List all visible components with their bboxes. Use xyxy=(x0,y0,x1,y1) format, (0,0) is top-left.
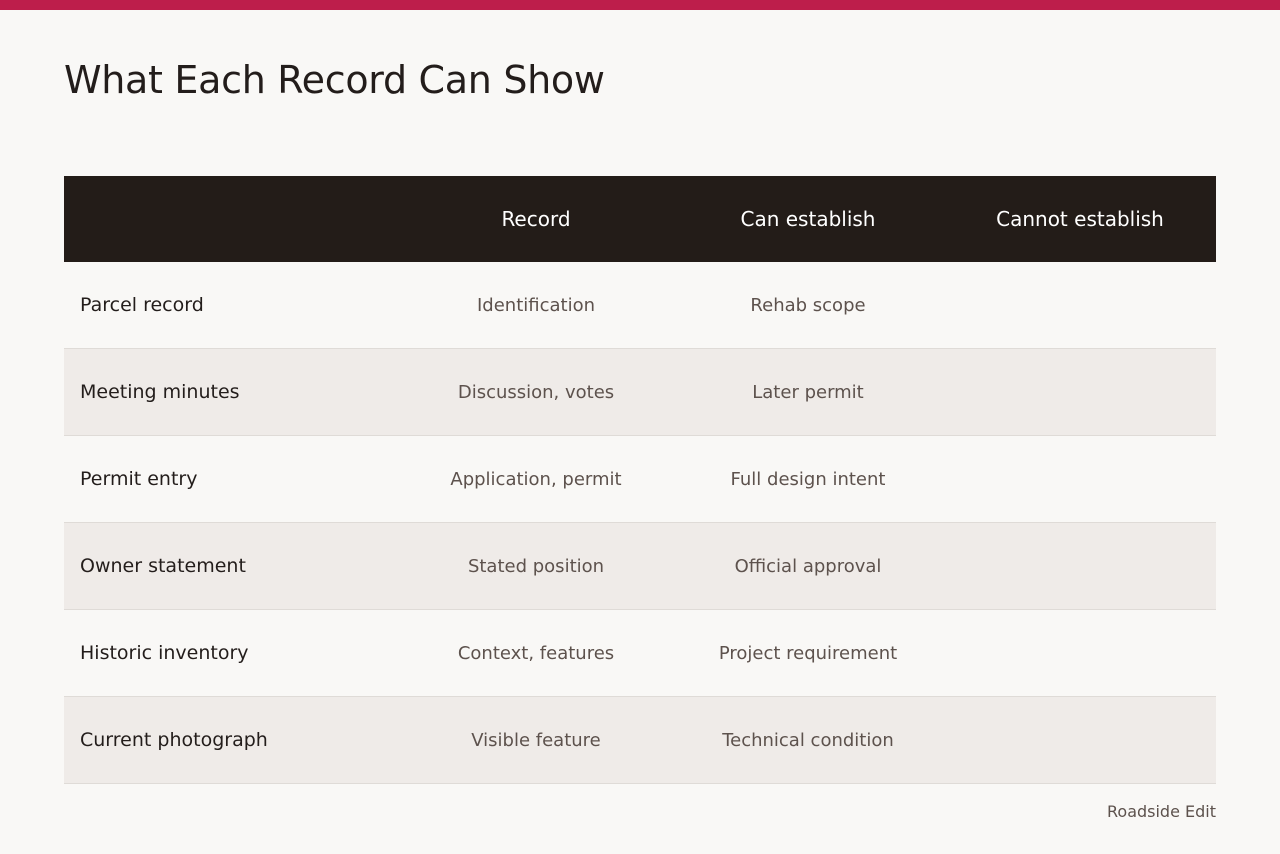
row-label: Permit entry xyxy=(80,468,198,490)
cannot-establish-cell xyxy=(944,436,1216,523)
can-establish-cell: Technical condition xyxy=(722,729,894,751)
can-establish-cell: Rehab scope xyxy=(750,294,866,316)
can-establish-cell: Project requirement xyxy=(718,642,898,664)
column-header-cannot-establish: Cannot establish xyxy=(996,207,1164,231)
column-header-can-establish: Can establish xyxy=(740,207,876,231)
cannot-establish-cell xyxy=(944,523,1216,610)
table-row: Parcel record Identification Rehab scope xyxy=(64,262,1216,349)
records-table-grid: Record Can establish Cannot establish Pa… xyxy=(64,176,1216,784)
record-cell: Identification xyxy=(476,294,596,316)
page-title: What Each Record Can Show xyxy=(64,58,605,102)
record-cell: Visible feature xyxy=(471,729,601,751)
cannot-establish-cell xyxy=(944,697,1216,784)
table-row: Meeting minutes Discussion, votes Later … xyxy=(64,348,1216,436)
row-label: Meeting minutes xyxy=(80,381,240,403)
table-row: Current photograph Visible feature Techn… xyxy=(64,696,1216,784)
record-cell: Stated position xyxy=(467,555,605,577)
cannot-establish-cell xyxy=(944,262,1216,349)
table-row: Permit entry Application, permit Full de… xyxy=(64,435,1216,523)
record-cell: Application, permit xyxy=(450,468,622,490)
footer-credit: Roadside Edit xyxy=(1107,802,1216,821)
can-establish-cell: Official approval xyxy=(734,555,882,577)
column-header-record: Record xyxy=(501,207,571,231)
table-row: Owner statement Stated position Official… xyxy=(64,522,1216,610)
table-row: Historic inventory Context, features Pro… xyxy=(64,609,1216,697)
cannot-establish-cell xyxy=(944,610,1216,697)
records-table: Record Can establish Cannot establish Pa… xyxy=(64,176,1216,784)
row-label: Historic inventory xyxy=(80,642,249,664)
table-header-row: Record Can establish Cannot establish xyxy=(64,176,1216,262)
row-label: Current photograph xyxy=(80,729,268,751)
table-body: Parcel record Identification Rehab scope… xyxy=(64,262,1216,784)
record-cell: Discussion, votes xyxy=(457,381,615,403)
table-header: Record Can establish Cannot establish xyxy=(64,176,1216,262)
record-cell: Context, features xyxy=(457,642,615,664)
accent-bar xyxy=(0,0,1280,10)
column-header-row-label xyxy=(64,176,400,262)
row-label: Parcel record xyxy=(80,294,204,316)
can-establish-cell: Full design intent xyxy=(730,468,886,490)
can-establish-cell: Later permit xyxy=(752,381,864,403)
cannot-establish-cell xyxy=(944,349,1216,436)
row-label: Owner statement xyxy=(80,555,246,577)
